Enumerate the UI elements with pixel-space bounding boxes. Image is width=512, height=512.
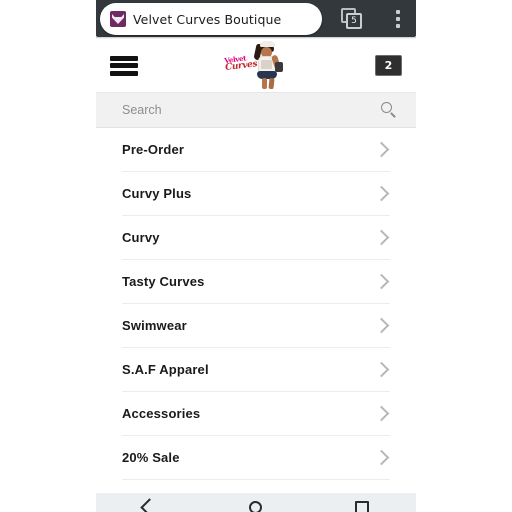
category-item-tasty-curves[interactable]: Tasty Curves bbox=[122, 260, 390, 304]
category-label: S.A.F Apparel bbox=[122, 362, 209, 377]
chevron-right-icon bbox=[373, 317, 390, 334]
category-item-curvy-plus[interactable]: Curvy Plus bbox=[122, 172, 390, 216]
hamburger-bar bbox=[110, 70, 138, 76]
three-dot-vertical-icon[interactable] bbox=[389, 8, 407, 30]
category-label: Curvy Plus bbox=[122, 186, 192, 201]
browser-tab-title: Velvet Curves Boutique bbox=[133, 11, 282, 27]
hamburger-menu-icon[interactable] bbox=[110, 55, 138, 77]
chevron-right-icon bbox=[373, 361, 390, 378]
page-viewport: Velvet Curves 2 Search Pre-Order Curvy P… bbox=[96, 39, 416, 512]
recents-icon[interactable] bbox=[355, 501, 370, 512]
browser-tab-strip: Velvet Curves Boutique 5 bbox=[96, 0, 416, 37]
category-label: Pre-Order bbox=[122, 142, 185, 157]
chevron-right-icon bbox=[373, 449, 390, 466]
category-label: Swimwear bbox=[122, 318, 187, 333]
category-label: Curvy bbox=[122, 230, 160, 245]
logo-figure-leg-right bbox=[267, 77, 275, 90]
velvet-curves-logo[interactable]: Velvet Curves bbox=[223, 41, 289, 90]
tab-stack-front-square: 5 bbox=[346, 13, 362, 29]
chevron-right-icon bbox=[373, 273, 390, 290]
chevron-right-icon bbox=[373, 405, 390, 422]
category-label: Tasty Curves bbox=[122, 274, 205, 289]
category-label: Accessories bbox=[122, 406, 201, 421]
category-item-20-percent-sale[interactable]: 20% Sale bbox=[122, 436, 390, 480]
tab-stack-icon[interactable]: 5 bbox=[341, 8, 363, 30]
category-item-accessories[interactable]: Accessories bbox=[122, 392, 390, 436]
chevron-right-icon bbox=[373, 229, 390, 246]
back-icon[interactable] bbox=[139, 498, 159, 512]
cart-badge[interactable]: 2 bbox=[375, 55, 402, 76]
system-navigation-bar bbox=[96, 493, 416, 512]
logo-wordmark-bottom: Curves bbox=[224, 59, 258, 74]
menu-dot bbox=[396, 17, 400, 21]
hamburger-bar bbox=[110, 63, 138, 68]
tab-count-label: 5 bbox=[351, 15, 357, 26]
search-bar[interactable] bbox=[96, 92, 416, 128]
menu-dot bbox=[396, 24, 400, 28]
search-icon[interactable] bbox=[381, 102, 397, 118]
cart-count-label: 2 bbox=[384, 59, 393, 72]
logo-figure-bag bbox=[274, 62, 283, 72]
logo-figure-leg-left bbox=[261, 78, 267, 89]
category-label: 20% Sale bbox=[122, 450, 180, 465]
logo-figure-shirt-print bbox=[260, 60, 272, 69]
search-input[interactable] bbox=[122, 103, 375, 117]
browser-tab[interactable]: Velvet Curves Boutique bbox=[100, 3, 322, 35]
category-item-swimwear[interactable]: Swimwear bbox=[122, 304, 390, 348]
chevron-right-icon bbox=[373, 185, 390, 202]
category-item-curvy[interactable]: Curvy bbox=[122, 216, 390, 260]
device-screen: Velvet Curves Boutique 5 Velvet Curves 2… bbox=[0, 0, 512, 512]
home-icon[interactable] bbox=[248, 501, 262, 512]
hamburger-bar bbox=[110, 55, 138, 61]
site-header: Velvet Curves 2 bbox=[96, 39, 416, 92]
category-item-saf-apparel[interactable]: S.A.F Apparel bbox=[122, 348, 390, 392]
chevron-right-icon bbox=[373, 141, 390, 158]
menu-dot bbox=[396, 10, 400, 14]
category-list: Pre-Order Curvy Plus Curvy Tasty Curves … bbox=[96, 128, 416, 480]
category-item-pre-order[interactable]: Pre-Order bbox=[122, 128, 390, 172]
velvet-curves-favicon bbox=[110, 11, 126, 27]
